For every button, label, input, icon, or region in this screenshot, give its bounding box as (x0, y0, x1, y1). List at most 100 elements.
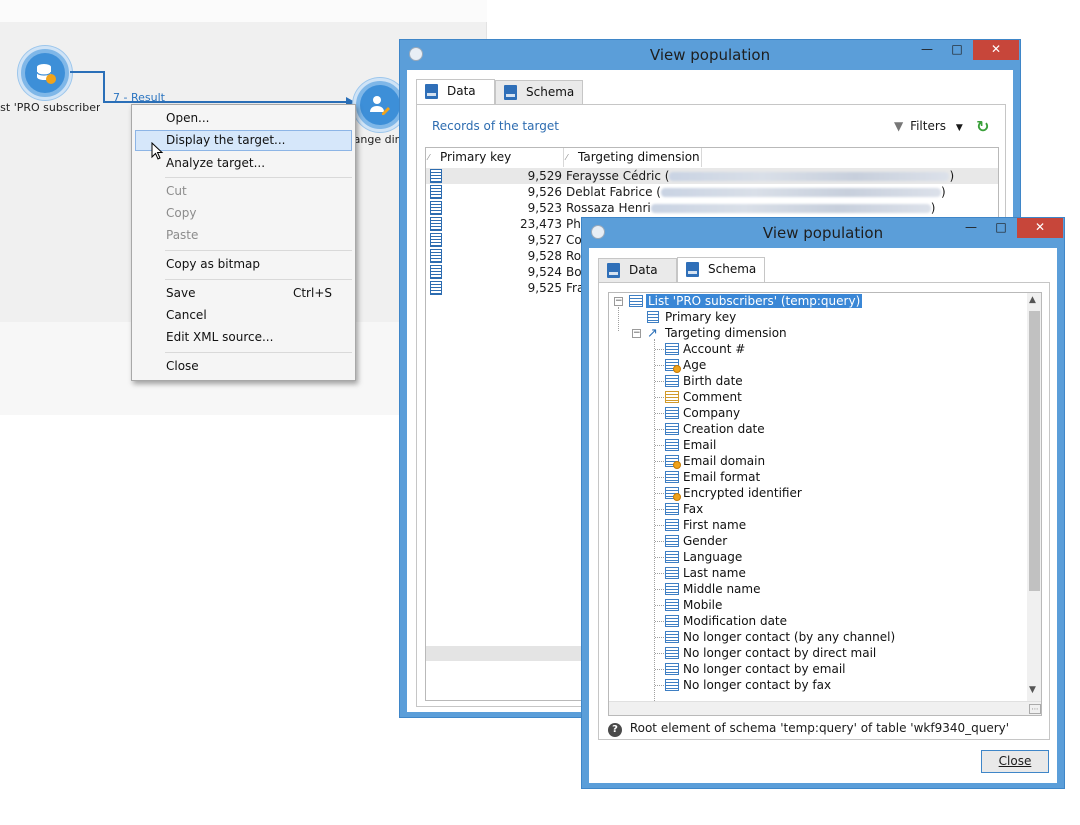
tree-field-node[interactable]: No longer contact by fax (665, 677, 831, 693)
tree-field-node[interactable]: Email format (665, 469, 760, 485)
mouse-cursor-icon (151, 142, 164, 160)
query-activity-node[interactable] (18, 46, 72, 100)
field-icon (665, 391, 679, 403)
primary-key-cell: 23,473 (520, 217, 562, 231)
field-icon (665, 471, 679, 483)
field-icon (665, 631, 679, 643)
field-icon (665, 583, 679, 595)
schema-tree[interactable]: − List 'PRO subscribers' (temp:query) Pr… (608, 292, 1042, 716)
field-icon (665, 455, 681, 469)
targeting-dimension-cell: Ro (566, 249, 582, 263)
field-icon (665, 423, 679, 435)
close-window-button[interactable]: ✕ (1017, 218, 1063, 238)
collapse-targeting-toggle[interactable]: − (632, 329, 641, 338)
menu-item-cancel[interactable]: Cancel (135, 305, 352, 326)
tree-field-node[interactable]: Email (665, 437, 716, 453)
menu-item-cut[interactable]: Cut (135, 181, 352, 202)
tree-field-node[interactable]: Last name (665, 565, 746, 581)
tree-field-node[interactable]: Email domain (665, 453, 765, 469)
tree-field-node[interactable]: Gender (665, 533, 727, 549)
table-row[interactable]: 9,523 Rossaza Henri) (426, 200, 998, 216)
change-dimension-icon (360, 85, 400, 125)
filters-button[interactable]: ▼ Filters ▼ (894, 119, 963, 133)
menu-item-copy[interactable]: Copy (135, 203, 352, 224)
tree-field-node[interactable]: Modification date (665, 613, 787, 629)
tree-field-node[interactable]: Comment (665, 389, 742, 405)
close-button[interactable]: Close (981, 750, 1049, 773)
column-header-targeting-dimension[interactable]: ⁄ Targeting dimension (564, 148, 702, 167)
minimize-button[interactable]: — (957, 218, 985, 238)
more-icon[interactable]: ⋯ (1029, 704, 1041, 714)
menu-item-display-target[interactable]: Display the target... (135, 130, 352, 151)
tree-field-node[interactable]: Language (665, 549, 742, 565)
scrollbar-thumb[interactable] (1029, 311, 1040, 591)
menu-item-close[interactable]: Close (135, 356, 352, 377)
funnel-icon: ▼ (894, 119, 904, 133)
tab-data[interactable]: Data (598, 258, 677, 282)
record-icon (430, 265, 442, 279)
tree-node-targeting-dimension[interactable]: ↗ Targeting dimension (647, 325, 787, 341)
sql-icon (607, 263, 620, 278)
primary-key-cell: 9,529 (527, 169, 562, 183)
table-row[interactable]: 9,529 Feraysse Cédric () (426, 168, 998, 184)
field-icon (665, 487, 681, 501)
close-window-button[interactable]: ✕ (973, 40, 1019, 60)
tab-schema[interactable]: Schema (495, 80, 583, 104)
menu-item-save[interactable]: Save Ctrl+S (135, 283, 352, 304)
minimize-button[interactable]: — (913, 40, 941, 60)
tree-field-node[interactable]: Fax (665, 501, 703, 517)
tab-schema[interactable]: Schema (677, 257, 765, 282)
tree-scrollbar[interactable]: ▲ ▼ (1027, 293, 1041, 701)
column-header-primary-key[interactable]: ⁄ Primary key (426, 148, 564, 167)
maximize-button[interactable]: □ (943, 40, 971, 60)
field-icon (665, 503, 679, 515)
menu-item-copy-bitmap[interactable]: Copy as bitmap (135, 254, 352, 275)
tree-field-node[interactable]: Company (665, 405, 740, 421)
tree-field-node[interactable]: No longer contact by email (665, 661, 846, 677)
tree-field-node[interactable]: Middle name (665, 581, 760, 597)
tree-field-node[interactable]: No longer contact by direct mail (665, 645, 876, 661)
scroll-up-icon[interactable]: ▲ (1029, 295, 1036, 305)
records-section-title: Records of the target (432, 119, 559, 133)
tab-data[interactable]: Data (416, 79, 495, 104)
record-icon (430, 233, 442, 247)
canvas-toolbar-strip (0, 0, 487, 22)
tree-field-node[interactable]: No longer contact (by any channel) (665, 629, 895, 645)
menu-item-paste[interactable]: Paste (135, 225, 352, 246)
field-icon (665, 359, 681, 373)
tree-node-primary-key[interactable]: Primary key (647, 309, 736, 325)
field-icon (665, 615, 679, 627)
maximize-button[interactable]: □ (987, 218, 1015, 238)
table-row[interactable]: 9,526 Deblat Fabrice () (426, 184, 998, 200)
record-icon (430, 185, 442, 199)
field-icon (665, 343, 679, 355)
window-titlebar[interactable]: View population — □ ✕ (582, 218, 1064, 248)
tree-field-node[interactable]: Mobile (665, 597, 722, 613)
menu-item-open[interactable]: Open... (135, 108, 352, 129)
tree-root-node[interactable]: List 'PRO subscribers' (temp:query) (629, 293, 863, 309)
redacted-email (650, 204, 931, 213)
window-body: Data Schema − List 'PRO subscribers' (te… (589, 248, 1057, 783)
menu-item-edit-xml[interactable]: Edit XML source... (135, 327, 352, 348)
tree-field-node[interactable]: Account # (665, 341, 745, 357)
schema-icon (504, 85, 517, 100)
tree-field-node[interactable]: Birth date (665, 373, 743, 389)
help-icon: ? (608, 723, 622, 737)
tree-field-node[interactable]: Creation date (665, 421, 765, 437)
menu-item-analyze-target[interactable]: Analyze target... (135, 153, 352, 174)
tree-field-node[interactable]: First name (665, 517, 746, 533)
sql-icon (425, 84, 438, 99)
refresh-icon[interactable]: ↻ (976, 117, 989, 136)
tree-field-node[interactable]: Encrypted identifier (665, 485, 802, 501)
menu-separator (165, 279, 352, 280)
redacted-email (660, 188, 941, 197)
scroll-down-icon[interactable]: ▼ (1029, 685, 1036, 695)
primary-key-cell: 9,523 (527, 201, 562, 215)
record-icon (430, 281, 442, 295)
window-titlebar[interactable]: View population — □ ✕ (400, 40, 1020, 70)
view-population-window-schema: View population — □ ✕ Data Schema − List… (581, 217, 1065, 789)
record-icon (430, 201, 442, 215)
tree-field-node[interactable]: Age (665, 357, 706, 373)
collapse-root-toggle[interactable]: − (614, 297, 623, 306)
record-icon (430, 169, 442, 183)
